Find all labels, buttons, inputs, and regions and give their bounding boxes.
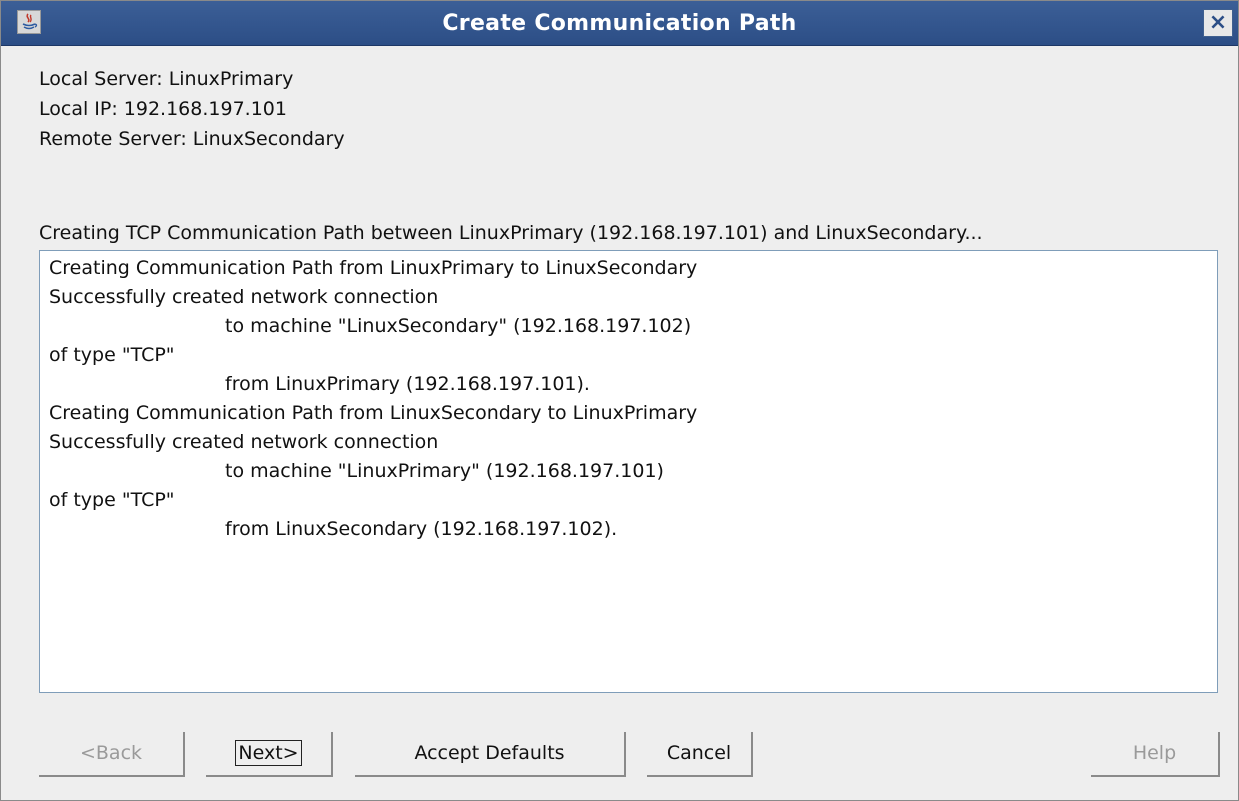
accept-defaults-button-label: Accept Defaults (414, 742, 565, 764)
accept-defaults-button[interactable]: Accept Defaults (355, 732, 626, 777)
log-line: Successfully created network connection (49, 431, 439, 453)
log-line: to machine "LinuxPrimary" (192.168.197.1… (225, 460, 664, 482)
progress-log[interactable]: Creating Communication Path from LinuxPr… (39, 250, 1218, 693)
close-button[interactable]: × (1203, 9, 1233, 37)
title-bar[interactable]: Create Communication Path × (1, 1, 1238, 46)
close-icon: × (1208, 10, 1228, 35)
log-line: Creating Communication Path from LinuxPr… (49, 257, 698, 279)
help-button-label: Help (1132, 742, 1177, 764)
log-line: to machine "LinuxSecondary" (192.168.197… (225, 315, 692, 337)
create-communication-path-dialog: Create Communication Path × Local Server… (0, 0, 1239, 801)
log-line: Creating Communication Path from LinuxSe… (49, 402, 698, 424)
log-line: Successfully created network connection (49, 286, 439, 308)
cancel-button-label: Cancel (666, 742, 732, 764)
back-button-label: <Back (79, 742, 143, 764)
cancel-button[interactable]: Cancel (647, 732, 753, 777)
next-button[interactable]: Next> (206, 732, 333, 777)
local-ip-label: Local IP: 192.168.197.101 (39, 98, 287, 120)
log-line: from LinuxPrimary (192.168.197.101). (225, 373, 590, 395)
remote-server-label: Remote Server: LinuxSecondary (39, 128, 345, 150)
log-line: of type "TCP" (49, 489, 175, 511)
help-button[interactable]: Help (1091, 732, 1220, 777)
back-button[interactable]: <Back (39, 732, 185, 777)
local-server-label: Local Server: LinuxPrimary (39, 68, 294, 90)
log-line: from LinuxSecondary (192.168.197.102). (225, 518, 618, 540)
log-line: of type "TCP" (49, 344, 175, 366)
status-message: Creating TCP Communication Path between … (39, 222, 983, 244)
window-title: Create Communication Path (442, 11, 797, 36)
next-button-label: Next> (235, 740, 302, 766)
